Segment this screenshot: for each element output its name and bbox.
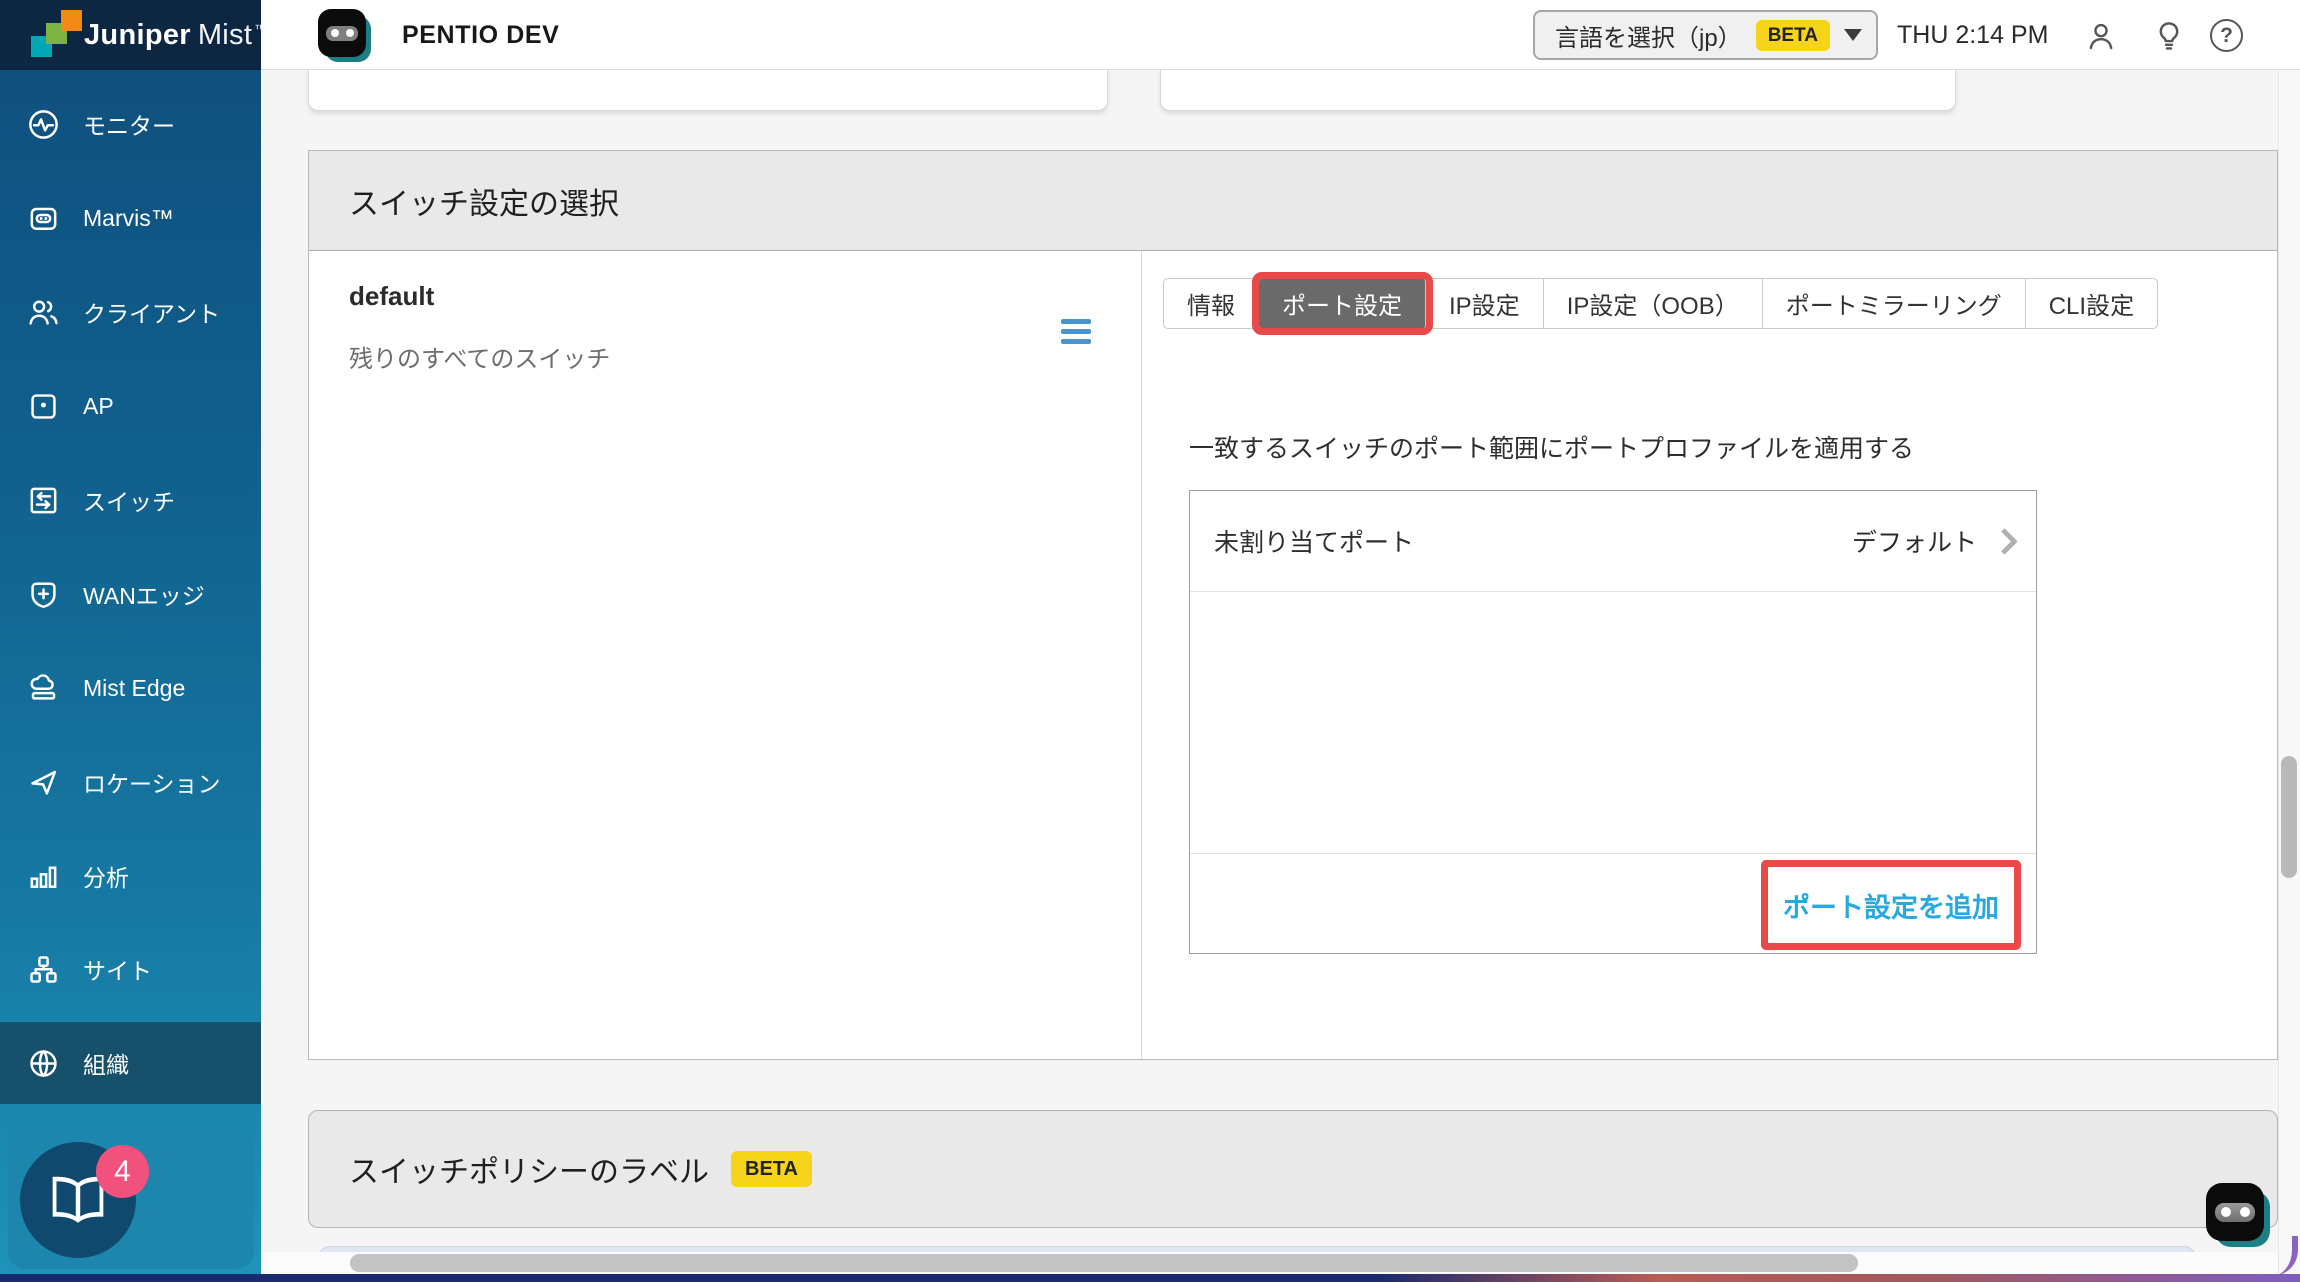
switch-config-section-header: スイッチ設定の選択 <box>309 151 2277 251</box>
tab-ip-config[interactable]: IP設定 <box>1426 279 1544 328</box>
sidebar-item-location[interactable]: ロケーション <box>0 741 261 823</box>
sidebar-item-analytics[interactable]: 分析 <box>0 835 261 917</box>
port-profile-description: 一致するスイッチのポート範囲にポートプロファイルを適用する <box>1189 429 1914 465</box>
sidebar-item-organization[interactable]: 組織 <box>0 1022 261 1104</box>
section-title: スイッチ設定の選択 <box>349 179 619 223</box>
add-port-config-button[interactable]: ポート設定を追加 <box>1783 886 1999 925</box>
sidebar-item-clients[interactable]: クライアント <box>0 271 261 353</box>
analytics-icon <box>26 859 61 894</box>
policy-beta-badge: BETA <box>731 1151 812 1187</box>
access-points-icon <box>26 389 61 424</box>
config-tabbar: 情報 ポート設定 IP設定 IP設定（OOB） ポートミラーリング CLI設定 <box>1163 278 2158 329</box>
tab-ip-config-oob[interactable]: IP設定（OOB） <box>1544 279 1763 328</box>
site-icon <box>26 952 61 987</box>
wan-edge-icon <box>26 577 61 612</box>
sidebar-item-marvis[interactable]: Marvis™ <box>0 177 261 259</box>
config-template-scope: 残りのすべてのスイッチ <box>349 339 610 374</box>
sidebar-item-switches[interactable]: スイッチ <box>0 459 261 541</box>
location-icon <box>26 765 61 800</box>
panel-divider <box>1141 251 1142 1061</box>
port-config-box: 未割り当てポート デフォルト ポート設定を追加 <box>1189 490 2037 954</box>
port-config-row[interactable]: 未割り当てポート デフォルト <box>1190 491 2036 592</box>
whats-new-bulb-icon[interactable] <box>2151 18 2187 54</box>
top-bar: PENTIO DEV 言語を選択（jp） BETA THU 2:14 PM ? <box>261 0 2300 70</box>
scrolled-panel-right <box>1160 70 1956 111</box>
juniper-mist-logo[interactable]: JuniperMist™ <box>0 0 261 70</box>
language-beta-badge: BETA <box>1756 20 1830 51</box>
annotation-highlight-add-port: ポート設定を追加 <box>1761 860 2021 950</box>
tab-info[interactable]: 情報 <box>1164 279 1259 328</box>
chevron-down-icon <box>1844 29 1862 41</box>
organization-icon <box>26 1046 61 1081</box>
sidebar-item-access-points[interactable]: AP <box>0 365 261 447</box>
marvis-chat-button[interactable] <box>2206 1183 2270 1247</box>
config-template-name[interactable]: default <box>349 281 434 312</box>
monitor-icon <box>26 107 61 142</box>
chevron-right-icon <box>1991 528 2018 555</box>
sidebar-item-monitor[interactable]: モニター <box>0 83 261 165</box>
org-avatar[interactable] <box>318 9 370 61</box>
policy-section-title: スイッチポリシーのラベル <box>349 1147 709 1191</box>
port-profile-value: デフォルト <box>1852 523 1977 559</box>
tab-cli-config[interactable]: CLI設定 <box>2026 279 2157 328</box>
sidebar: JuniperMist™ モニター Marvis™ クライアント AP スイッチ… <box>0 0 261 1282</box>
horizontal-scrollbar-thumb[interactable] <box>350 1254 1858 1272</box>
logo-square-orange <box>61 10 82 31</box>
vertical-scrollbar-thumb[interactable] <box>2281 756 2297 878</box>
clock: THU 2:14 PM <box>1897 0 2047 70</box>
switch-config-section: スイッチ設定の選択 default 残りのすべてのスイッチ 情報 ポート設定 I… <box>308 150 2278 1060</box>
window-bottom-edge <box>0 1274 2300 1282</box>
language-selector-label: 言語を選択（jp） <box>1555 18 1742 53</box>
account-icon[interactable] <box>2083 18 2119 54</box>
app-window: JuniperMist™ モニター Marvis™ クライアント AP スイッチ… <box>0 0 2300 1282</box>
tab-port-mirroring[interactable]: ポートミラーリング <box>1763 279 2026 328</box>
clients-icon <box>26 295 61 330</box>
sidebar-item-wan-edge[interactable]: WANエッジ <box>0 553 261 635</box>
language-selector[interactable]: 言語を選択（jp） BETA <box>1533 10 1878 60</box>
marvis-icon <box>26 201 61 236</box>
help-icon[interactable]: ? <box>2210 19 2243 52</box>
tab-port-config[interactable]: ポート設定 <box>1259 279 1426 328</box>
scrolled-panel-left <box>308 70 1108 111</box>
vertical-scrollbar-track[interactable] <box>2278 70 2300 1274</box>
sidebar-item-site[interactable]: サイト <box>0 928 261 1010</box>
switch-policy-section-header: スイッチポリシーのラベル BETA <box>308 1110 2278 1228</box>
sidebar-item-mist-edge[interactable]: Mist Edge <box>0 647 261 729</box>
switches-icon <box>26 483 61 518</box>
template-menu-icon[interactable] <box>1061 319 1091 349</box>
notification-badge: 4 <box>96 1145 149 1198</box>
logo-text: JuniperMist™ <box>84 0 267 70</box>
mist-edge-icon <box>26 671 61 706</box>
org-name[interactable]: PENTIO DEV <box>402 0 559 70</box>
port-range-label: 未割り当てポート <box>1214 523 1414 559</box>
